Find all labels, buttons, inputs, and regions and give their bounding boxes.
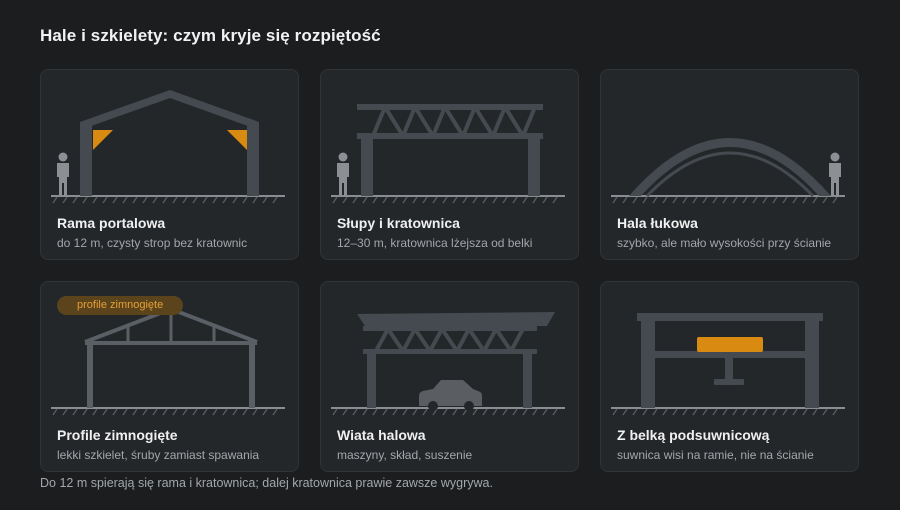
card-subtitle: maszyny, skład, suszenie: [337, 448, 473, 462]
person-icon: [829, 152, 841, 196]
card-title: Hala łukowa: [617, 215, 698, 231]
profile-badge: profile zimnogięte: [57, 296, 184, 315]
page-title: Hale i szkielety: czym kryje się rozpięt…: [40, 26, 381, 45]
car-icon: [419, 380, 482, 411]
card-subtitle: 12–30 m, kratownica lżejsza od belki: [337, 236, 533, 250]
card-subtitle: lekki szkielet, śruby zamiast spawania: [57, 448, 260, 462]
card-title: Słupy i kratownica: [337, 215, 460, 231]
card-portal-frame: Rama portalowa do 12 m, czysty strop bez…: [40, 69, 299, 260]
card-title: Z belką podsuwnicową: [617, 427, 770, 443]
open-shed-icon: [331, 312, 565, 416]
card-subtitle: szybko, ale mało wysokości przy ścianie: [617, 236, 832, 250]
footer-note: Do 12 m spierają się rama i kratownica; …: [40, 476, 493, 490]
columns-truss-icon: [331, 104, 565, 204]
person-icon: [57, 152, 69, 196]
card-open-shed: Wiata halowa maszyny, skład, suszenie: [320, 281, 579, 472]
portal-frame-icon: [51, 90, 285, 204]
card-columns-truss: Słupy i kratownica 12–30 m, kratownica l…: [320, 69, 579, 260]
card-subtitle: suwnica wisi na ramie, nie na ścianie: [617, 448, 814, 462]
card-crane-beam: Z belką podsuwnicową suwnica wisi na ram…: [600, 281, 859, 472]
person-icon: [337, 152, 349, 196]
card-cold-formed: profile zimnogięte Profile zimnogięte le…: [40, 281, 299, 472]
card-title: Profile zimnogięte: [57, 427, 178, 443]
arch-hall-icon: [611, 138, 845, 204]
card-subtitle: do 12 m, czysty strop bez kratownic: [57, 236, 248, 250]
crane-beam-icon: [611, 313, 845, 416]
card-title: Rama portalowa: [57, 215, 166, 231]
card-title: Wiata halowa: [337, 427, 426, 443]
card-arch-hall: Hala łukowa szybko, ale mało wysokości p…: [600, 69, 859, 260]
